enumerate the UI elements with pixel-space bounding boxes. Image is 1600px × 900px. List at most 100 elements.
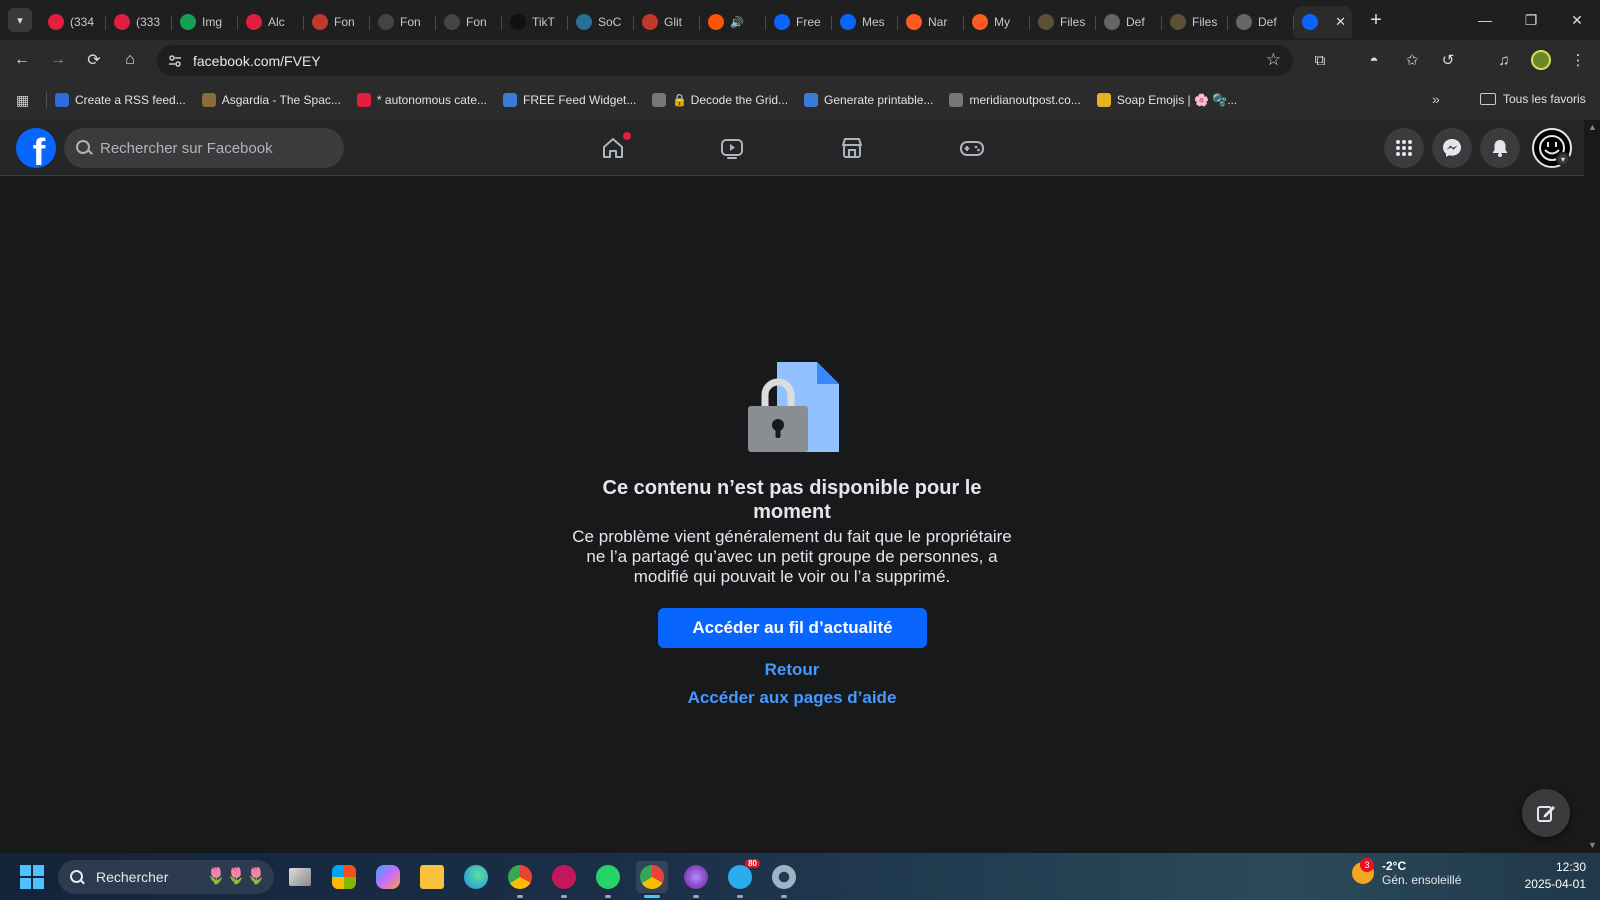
adobe-icon bbox=[356, 93, 371, 107]
menu-grid-button[interactable] bbox=[1384, 128, 1424, 168]
media-controls-icon[interactable]: ♫ bbox=[1490, 46, 1518, 74]
forward-button[interactable]: → bbox=[44, 46, 72, 74]
running-indicator bbox=[561, 895, 567, 898]
go-to-news-feed-button[interactable]: Accéder au fil d’actualité bbox=[658, 608, 927, 648]
browser-tab[interactable]: Nar bbox=[898, 6, 964, 38]
browser-tab[interactable]: Free bbox=[766, 6, 832, 38]
system-clock[interactable]: 12:30 2025-04-01 bbox=[1492, 859, 1586, 893]
browser-tab-title: Nar bbox=[928, 15, 948, 29]
favorites-icon[interactable]: ✩ bbox=[1398, 46, 1426, 74]
weather-widget[interactable]: 3 -2°C Gén. ensoleillé bbox=[1352, 858, 1461, 887]
back-link[interactable]: Retour bbox=[592, 660, 992, 680]
close-window-button[interactable]: ✕ bbox=[1554, 0, 1600, 40]
browser-tab[interactable]: Glit bbox=[634, 6, 700, 38]
browser-tab[interactable]: TikT bbox=[502, 6, 568, 38]
home-button[interactable]: ⌂ bbox=[116, 46, 144, 74]
browser-tab[interactable]: Img bbox=[172, 6, 238, 38]
site-info-icon[interactable] bbox=[165, 51, 185, 71]
taskbar-edge[interactable] bbox=[460, 861, 492, 893]
facebook-search-input[interactable] bbox=[100, 139, 330, 157]
taskbar-tor[interactable] bbox=[680, 861, 712, 898]
taskbar-telegram[interactable]: 80 bbox=[724, 859, 760, 898]
all-bookmarks-folder[interactable]: Tous les favoris bbox=[1480, 92, 1586, 106]
bookmark-label: Soap Emojis | 🌸 🫧... bbox=[1116, 93, 1238, 107]
browser-tab-strip: ▾ (334 (333 Img Alc Fon Fon Fon TikT SoC Glit 🔊 Fre… bbox=[0, 0, 1600, 40]
messenger-button[interactable] bbox=[1432, 128, 1472, 168]
taskbar-task-view[interactable] bbox=[284, 861, 316, 893]
help-center-link[interactable]: Accéder aux pages d’aide bbox=[592, 688, 992, 708]
browser-tab[interactable]: Files bbox=[1162, 6, 1228, 38]
browser-menu-icon[interactable]: ⋮ bbox=[1564, 46, 1592, 74]
browser-tab[interactable]: Def bbox=[1096, 6, 1162, 38]
nav-gaming[interactable] bbox=[916, 120, 1028, 176]
bookmark-item[interactable]: Generate printable... bbox=[804, 93, 933, 107]
browser-tab[interactable]: (334 bbox=[40, 6, 106, 38]
nav-marketplace[interactable] bbox=[796, 120, 908, 176]
browser-tab[interactable]: Fon bbox=[370, 6, 436, 38]
taskbar-store[interactable] bbox=[328, 861, 360, 893]
bookmark-star-icon[interactable]: ☆ bbox=[1266, 50, 1281, 70]
close-tab-icon[interactable]: ✕ bbox=[1335, 14, 1346, 30]
taskbar-search[interactable]: Rechercher 🌷🌷🌷 bbox=[58, 860, 274, 894]
browser-tab-title: Glit bbox=[664, 15, 682, 29]
browser-tab[interactable]: (333 bbox=[106, 6, 172, 38]
history-icon[interactable]: ↺ bbox=[1434, 46, 1462, 74]
weather-alert-badge: 3 bbox=[1360, 858, 1374, 872]
taskbar-chrome-active[interactable] bbox=[636, 861, 668, 898]
apps-grid-icon[interactable]: ▦ bbox=[16, 92, 36, 109]
restore-button[interactable]: ❐ bbox=[1508, 0, 1554, 40]
browser-tab[interactable]: Def bbox=[1228, 6, 1294, 38]
tab-search-button[interactable]: ▾ bbox=[8, 8, 32, 32]
browser-tab[interactable]: My bbox=[964, 6, 1030, 38]
tab-audio-icon[interactable]: 🔊 bbox=[730, 16, 744, 29]
browser-tab-active[interactable]: ✕ bbox=[1294, 6, 1352, 38]
running-indicator bbox=[693, 895, 699, 898]
bookmark-item[interactable]: 🔒 Decode the Grid... bbox=[652, 93, 788, 107]
nav-home[interactable] bbox=[557, 120, 669, 176]
taskbar-copilot[interactable] bbox=[372, 861, 404, 893]
url-text[interactable]: facebook.com/FVEY bbox=[193, 53, 321, 69]
bookmark-label: Asgardia - The Spac... bbox=[221, 93, 341, 107]
bookmark-item[interactable]: Create a RSS feed... bbox=[55, 93, 186, 107]
taskbar-file-explorer[interactable] bbox=[416, 861, 448, 893]
new-tab-button[interactable]: + bbox=[1362, 6, 1390, 34]
error-description: Ce problème vient généralement du fait q… bbox=[572, 527, 1012, 586]
page-scrollbar[interactable]: ▲ ▼ bbox=[1584, 120, 1600, 853]
notifications-button[interactable] bbox=[1480, 128, 1520, 168]
browser-tab[interactable]: Fon bbox=[436, 6, 502, 38]
minimize-button[interactable]: — bbox=[1462, 0, 1508, 40]
bookmark-item[interactable]: meridianoutpost.co... bbox=[949, 93, 1081, 107]
facebook-search[interactable] bbox=[64, 128, 344, 168]
marketplace-icon bbox=[842, 138, 862, 158]
taskbar-chrome[interactable] bbox=[504, 861, 536, 898]
bookmarks-overflow-icon[interactable]: » bbox=[1432, 91, 1440, 107]
telegram-icon bbox=[728, 865, 752, 889]
scroll-up-arrow-icon[interactable]: ▲ bbox=[1588, 122, 1597, 132]
bell-icon bbox=[1492, 140, 1508, 157]
bookmark-item[interactable]: * autonomous cate... bbox=[356, 93, 487, 107]
bookmark-item[interactable]: Soap Emojis | 🌸 🫧... bbox=[1096, 93, 1238, 107]
reload-button[interactable]: ⟳ bbox=[80, 46, 108, 74]
browser-tab[interactable]: Alc bbox=[238, 6, 304, 38]
browser-tab[interactable]: Fon bbox=[304, 6, 370, 38]
new-message-button[interactable] bbox=[1522, 789, 1570, 837]
browser-tab[interactable]: SoC bbox=[568, 6, 634, 38]
taskbar-whatsapp[interactable] bbox=[592, 861, 624, 898]
bookmark-item[interactable]: FREE Feed Widget... bbox=[503, 93, 636, 107]
start-button[interactable] bbox=[20, 865, 44, 889]
incognito-icon[interactable]: ◓ bbox=[1360, 46, 1388, 74]
bookmark-item[interactable]: Asgardia - The Spac... bbox=[201, 93, 341, 107]
taskbar-settings[interactable] bbox=[768, 861, 800, 898]
taskbar-sync-app[interactable] bbox=[548, 861, 580, 898]
scroll-down-arrow-icon[interactable]: ▼ bbox=[1588, 840, 1597, 850]
back-button[interactable]: ← bbox=[8, 46, 36, 74]
address-bar[interactable]: facebook.com/FVEY ☆ bbox=[157, 45, 1293, 76]
nav-video[interactable] bbox=[676, 120, 788, 176]
browser-tab[interactable]: Files bbox=[1030, 6, 1096, 38]
browser-tab[interactable]: Mes bbox=[832, 6, 898, 38]
browser-tab[interactable]: 🔊 bbox=[700, 6, 766, 38]
profile-avatar-icon[interactable] bbox=[1527, 46, 1555, 74]
facebook-logo[interactable]: f bbox=[16, 128, 56, 168]
extensions-icon[interactable]: ⧉ bbox=[1306, 46, 1334, 74]
account-menu-caret-icon[interactable]: ▾ bbox=[1556, 152, 1570, 166]
